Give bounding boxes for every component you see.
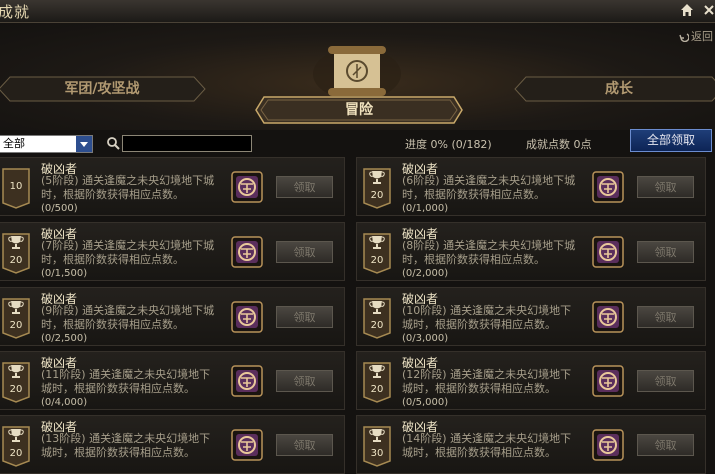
achievement-progress: (0/2,000) bbox=[402, 268, 449, 279]
badge-points: 20 bbox=[370, 190, 384, 201]
claim-button[interactable]: 领取 bbox=[276, 176, 333, 198]
back-arrow-icon bbox=[679, 33, 689, 42]
achievement-description: (7阶段) 通关逢魔之未央幻境地下城时，根据阶数获得相应点数。 bbox=[41, 239, 215, 266]
badge-points: 20 bbox=[9, 320, 23, 331]
trophy-icon bbox=[369, 171, 385, 184]
claim-button[interactable]: 领取 bbox=[637, 176, 694, 198]
badge-points: 20 bbox=[370, 384, 384, 395]
trophy-icon bbox=[8, 301, 24, 314]
trophy-icon bbox=[8, 365, 24, 378]
reward-emblem-icon[interactable] bbox=[592, 301, 624, 333]
achievement-card: 20 破凶者 (6阶段) 通关逢魔之未央幻境地下城时，根据阶数获得相应点数。 (0/1… bbox=[356, 157, 706, 216]
dropdown-button[interactable] bbox=[76, 136, 92, 152]
achievement-progress: (0/3,000) bbox=[402, 333, 449, 344]
achievement-card: 20 破凶者 (8阶段) 通关逢魔之未央幻境地下城时，根据阶数获得相应点数。 (0/2… bbox=[356, 222, 706, 281]
reward-emblem-icon[interactable] bbox=[231, 171, 263, 203]
back-button[interactable]: 返回 bbox=[679, 28, 713, 44]
achievement-points-text: 成就点数 0点 bbox=[526, 138, 592, 151]
achievement-description: (6阶段) 通关逢魔之未央幻境地下城时，根据阶数获得相应点数。 bbox=[402, 174, 576, 201]
back-label: 返回 bbox=[691, 30, 713, 43]
trophy-icon bbox=[369, 429, 385, 442]
reward-emblem-icon[interactable] bbox=[231, 429, 263, 461]
achievement-description: (12阶段) 通关逢魔之未央幻境地下城时，根据阶数获得相应点数。 bbox=[402, 368, 572, 395]
trophy-icon bbox=[369, 301, 385, 314]
window-titlebar: 成就 bbox=[0, 0, 715, 23]
achievement-description: (14阶段) 通关逢魔之未央幻境地下城时，根据阶数获得相应点数。 bbox=[402, 432, 572, 459]
claim-button[interactable]: 领取 bbox=[637, 241, 694, 263]
reward-emblem-icon[interactable] bbox=[592, 365, 624, 397]
trophy-icon bbox=[8, 429, 24, 442]
chevron-down-icon bbox=[80, 142, 88, 147]
reward-emblem-icon[interactable] bbox=[592, 429, 624, 461]
tab-legion-label: 军团/攻坚战 bbox=[64, 81, 140, 97]
reward-emblem-icon[interactable] bbox=[231, 365, 263, 397]
reward-emblem-icon[interactable] bbox=[231, 236, 263, 268]
achievement-description: (8阶段) 通关逢魔之未央幻境地下城时，根据阶数获得相应点数。 bbox=[402, 239, 576, 266]
tab-growth-label: 成长 bbox=[605, 81, 633, 97]
badge-points: 20 bbox=[9, 384, 23, 395]
claim-button[interactable]: 领取 bbox=[637, 370, 694, 392]
achievement-progress: (0/2,500) bbox=[41, 333, 88, 344]
category-select-value: 全部 bbox=[3, 137, 25, 150]
close-icon[interactable] bbox=[703, 3, 715, 17]
reward-emblem-icon[interactable] bbox=[592, 236, 624, 268]
achievement-card: 20 破凶者 (10阶段) 通关逢魔之未央幻境地下城时，根据阶数获得相应点数。 (0/… bbox=[356, 287, 706, 346]
adventure-scroll-icon bbox=[313, 46, 401, 100]
reward-emblem-icon[interactable] bbox=[231, 301, 263, 333]
claim-button[interactable]: 领取 bbox=[637, 306, 694, 328]
claim-button[interactable]: 领取 bbox=[637, 434, 694, 456]
badge-points: 20 bbox=[9, 255, 23, 266]
trophy-icon bbox=[369, 365, 385, 378]
search-icon bbox=[107, 137, 120, 150]
badge-points: 10 bbox=[9, 181, 23, 192]
achievement-progress: (0/500) bbox=[41, 203, 78, 214]
claim-button[interactable]: 领取 bbox=[276, 306, 333, 328]
achievement-description: (13阶段) 通关逢魔之未央幻境地下城时，根据阶数获得相应点数。 bbox=[41, 432, 211, 459]
window-title: 成就 bbox=[0, 3, 31, 21]
claim-button[interactable]: 领取 bbox=[276, 241, 333, 263]
achievement-card: 20 破凶者 (11阶段) 通关逢魔之未央幻境地下城时，根据阶数获得相应点数。 (0/… bbox=[0, 351, 345, 410]
achievement-card: 20 破凶者 (13阶段) 通关逢魔之未央幻境地下城时，根据阶数获得相应点数。 领取 bbox=[0, 415, 345, 474]
progress-text: 进度 0% (0/182) bbox=[405, 138, 492, 151]
achievement-progress: (0/5,000) bbox=[402, 397, 449, 408]
badge-points: 20 bbox=[370, 255, 384, 266]
claim-button[interactable]: 领取 bbox=[276, 434, 333, 456]
trophy-icon bbox=[8, 236, 24, 249]
achievement-progress: (0/1,500) bbox=[41, 268, 88, 279]
achievement-description: (10阶段) 通关逢魔之未央幻境地下城时，根据阶数获得相应点数。 bbox=[402, 304, 572, 331]
achievement-card: 20 破凶者 (12阶段) 通关逢魔之未央幻境地下城时，根据阶数获得相应点数。 (0/… bbox=[356, 351, 706, 410]
achievement-card: 30 破凶者 (14阶段) 通关逢魔之未央幻境地下城时，根据阶数获得相应点数。 领取 bbox=[356, 415, 706, 474]
achievement-card: 20 破凶者 (9阶段) 通关逢魔之未央幻境地下城时，根据阶数获得相应点数。 (0/2… bbox=[0, 287, 345, 346]
search-input[interactable] bbox=[122, 135, 252, 152]
achievement-card: 20 破凶者 (7阶段) 通关逢魔之未央幻境地下城时，根据阶数获得相应点数。 (0/1… bbox=[0, 222, 345, 281]
header-area: 军团/攻坚战 成长 冒险 bbox=[0, 23, 715, 130]
badge-points: 20 bbox=[370, 320, 384, 331]
reward-emblem-icon[interactable] bbox=[592, 171, 624, 203]
achievement-progress: (0/1,000) bbox=[402, 203, 449, 214]
home-icon[interactable] bbox=[680, 3, 694, 17]
achievement-progress: (0/4,000) bbox=[41, 397, 88, 408]
achievement-description: (5阶段) 通关逢魔之未央幻境地下城时，根据阶数获得相应点数。 bbox=[41, 174, 215, 201]
trophy-icon bbox=[369, 236, 385, 249]
achievement-description: (11阶段) 通关逢魔之未央幻境地下城时，根据阶数获得相应点数。 bbox=[41, 368, 211, 395]
badge-points: 20 bbox=[9, 448, 23, 459]
tab-legion[interactable]: 军团/攻坚战 bbox=[0, 76, 206, 102]
claim-button[interactable]: 领取 bbox=[276, 370, 333, 392]
badge-points: 30 bbox=[370, 448, 384, 459]
category-select[interactable]: 全部 bbox=[0, 135, 93, 153]
tab-adventure-label: 冒险 bbox=[345, 102, 373, 118]
tab-adventure[interactable]: 冒险 bbox=[254, 95, 464, 125]
claim-all-button[interactable]: 全部领取 bbox=[630, 129, 712, 152]
tab-growth[interactable]: 成长 bbox=[514, 76, 715, 102]
achievement-card: 10 破凶者 (5阶段) 通关逢魔之未央幻境地下城时，根据阶数获得相应点数。 (0/5… bbox=[0, 157, 345, 216]
achievement-description: (9阶段) 通关逢魔之未央幻境地下城时，根据阶数获得相应点数。 bbox=[41, 304, 215, 331]
